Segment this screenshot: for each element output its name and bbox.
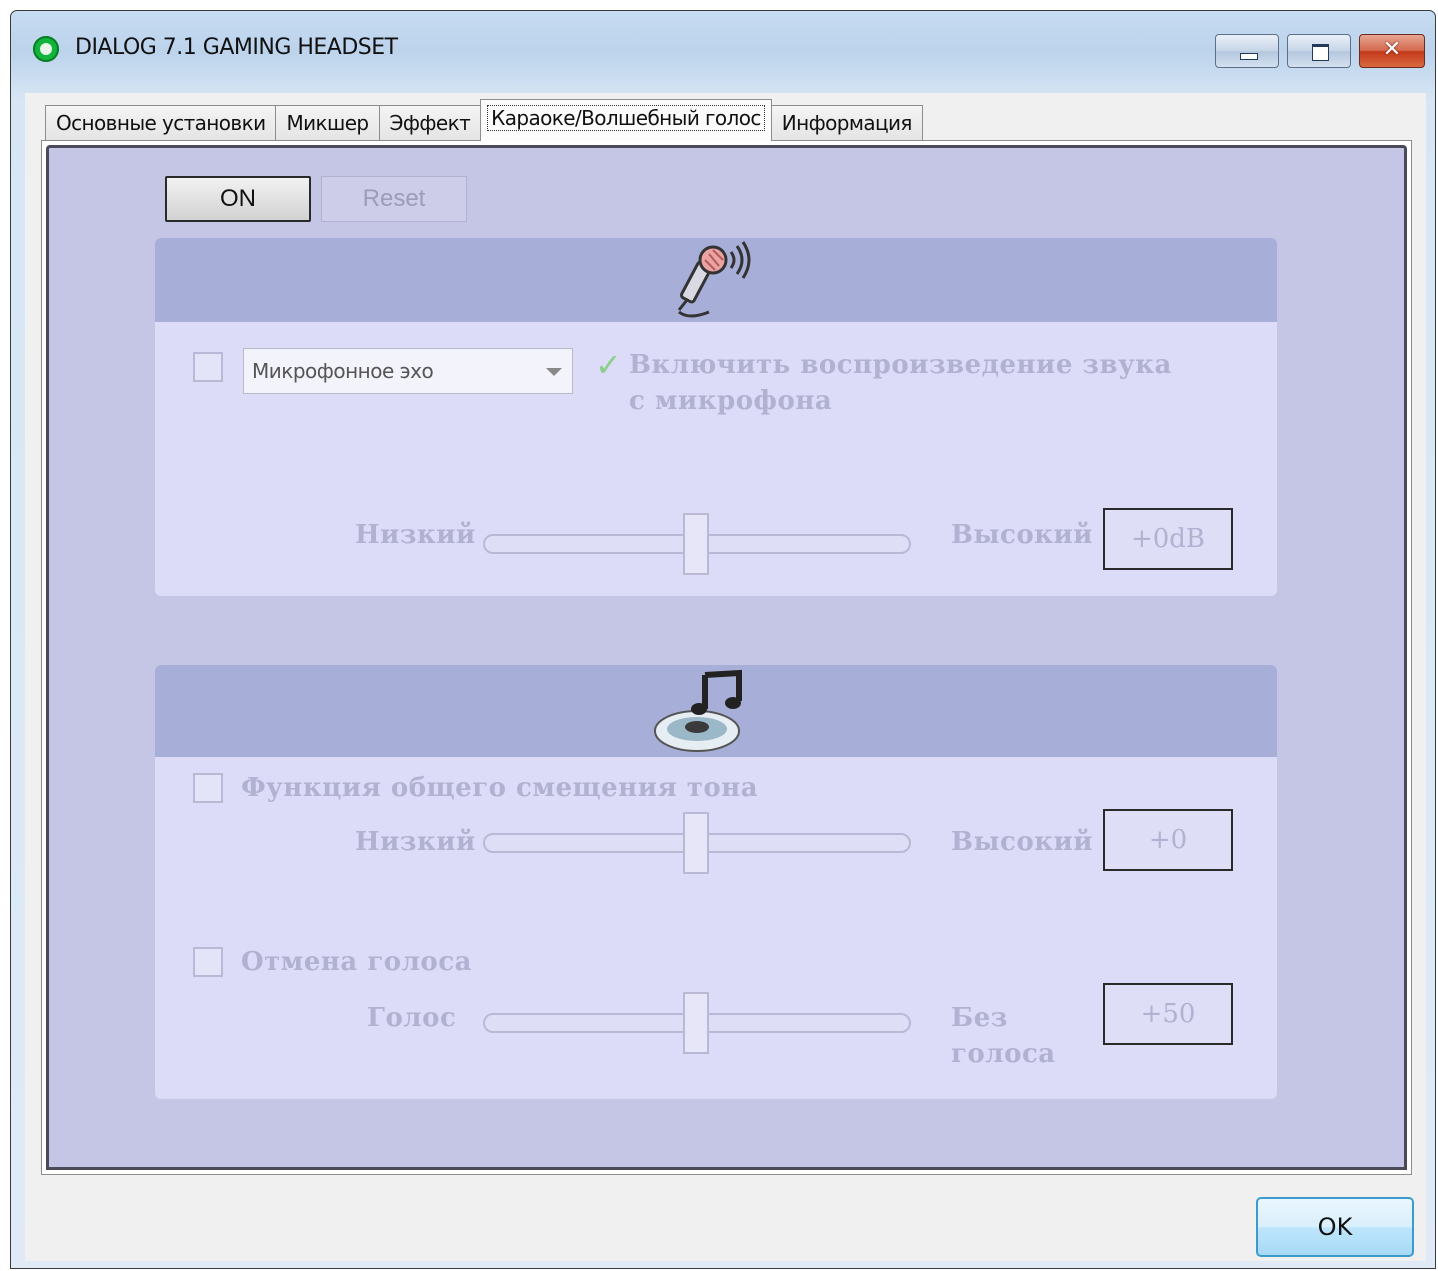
mic-level-slider-thumb[interactable] — [683, 513, 709, 575]
checkmark-icon: ✓ — [595, 346, 622, 384]
voice-cancel-checkbox[interactable] — [193, 947, 223, 977]
on-button[interactable]: ON — [165, 176, 311, 222]
voice-cancel-slider-thumb[interactable] — [683, 992, 709, 1054]
tab-basic-settings[interactable]: Основные установки — [45, 105, 277, 141]
chevron-down-icon — [546, 368, 562, 376]
mic-effect-checkbox[interactable] — [193, 352, 223, 382]
window-title: DIALOG 7.1 GAMING HEADSET — [75, 35, 398, 60]
pitch-value: +0 — [1103, 809, 1233, 871]
mic-effect-select-value: Микрофонное эхо — [252, 359, 434, 383]
music-panel: Функция общего смещения тона Низкий Высо… — [155, 665, 1277, 1099]
tab-strip: Основные установки Микшер Эффект Караоке… — [45, 99, 923, 141]
mic-slider-max-label: Высокий — [951, 520, 1094, 550]
pitch-shift-checkbox[interactable] — [193, 773, 223, 803]
mic-playback-label-line1[interactable]: Включить воспроизведение звука — [629, 350, 1172, 380]
microphone-panel-header — [155, 238, 1277, 322]
mic-playback-label-line2[interactable]: с микрофона — [629, 386, 832, 416]
mic-effect-select[interactable]: Микрофонное эхо — [243, 348, 573, 394]
tab-karaoke-magic-voice[interactable]: Караоке/Волшебный голос — [480, 99, 772, 141]
voice-slider-max-label-line1: Без — [951, 1003, 1008, 1033]
reset-button[interactable]: Reset — [321, 176, 467, 222]
close-button[interactable]: ✕ — [1359, 34, 1425, 68]
music-panel-header — [155, 665, 1277, 757]
microphone-icon — [677, 241, 751, 318]
karaoke-pane: ON Reset Микрофонное эхо ✓ Включить восп… — [46, 145, 1407, 1170]
voice-cancel-value: +50 — [1103, 983, 1233, 1045]
tab-information[interactable]: Информация — [770, 105, 923, 141]
voice-slider-min-label: Голос — [367, 1003, 457, 1033]
tab-pane: ON Reset Микрофонное эхо ✓ Включить восп… — [41, 140, 1412, 1175]
music-disc-icon — [654, 669, 742, 752]
mic-level-value: +0dB — [1103, 508, 1233, 570]
tab-effect[interactable]: Эффект — [378, 105, 482, 141]
maximize-button[interactable] — [1287, 34, 1351, 68]
minimize-button[interactable] — [1215, 34, 1279, 68]
pitch-shift-label[interactable]: Функция общего смещения тона — [241, 773, 758, 803]
app-logo-icon — [33, 36, 59, 62]
tab-mixer[interactable]: Микшер — [275, 105, 380, 141]
pitch-slider-min-label: Низкий — [355, 827, 476, 857]
ok-button[interactable]: OK — [1256, 1197, 1414, 1257]
tab-karaoke-label: Караоке/Волшебный голос — [487, 105, 765, 131]
close-icon: ✕ — [1382, 37, 1402, 62]
mic-slider-min-label: Низкий — [355, 520, 476, 550]
minimize-icon — [1240, 53, 1258, 60]
app-window: DIALOG 7.1 GAMING HEADSET ✕ Основные уст… — [10, 10, 1436, 1269]
pitch-slider-max-label: Высокий — [951, 827, 1094, 857]
voice-cancel-label[interactable]: Отмена голоса — [241, 947, 472, 977]
voice-slider-max-label-line2: голоса — [951, 1039, 1056, 1069]
dialog-client: Основные установки Микшер Эффект Караоке… — [25, 93, 1426, 1261]
microphone-panel: Микрофонное эхо ✓ Включить воспроизведен… — [155, 238, 1277, 596]
pitch-slider-thumb[interactable] — [683, 812, 709, 874]
title-bar[interactable]: DIALOG 7.1 GAMING HEADSET ✕ — [11, 11, 1435, 91]
maximize-icon — [1312, 44, 1329, 61]
